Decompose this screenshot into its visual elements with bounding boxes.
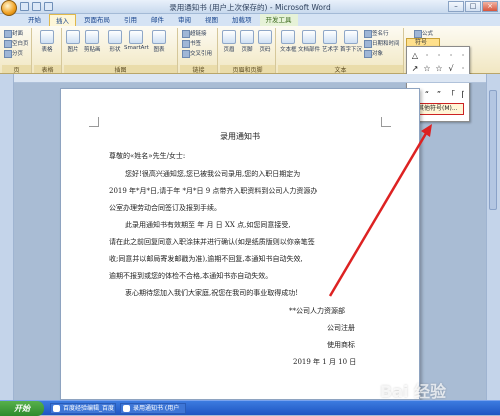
start-button[interactable]: 开始 [0,401,44,416]
taskbar-item[interactable]: 录用通知书 (用户 [120,403,186,414]
office-button[interactable] [1,0,17,16]
taskbar-item[interactable]: 百度经验编辑_百度 [50,403,116,414]
taskbar: 开始 百度经验编辑_百度 录用通知书 (用户 [0,400,500,416]
annotation-arrow [328,124,432,297]
watermark: Bai 经验 [380,382,447,401]
